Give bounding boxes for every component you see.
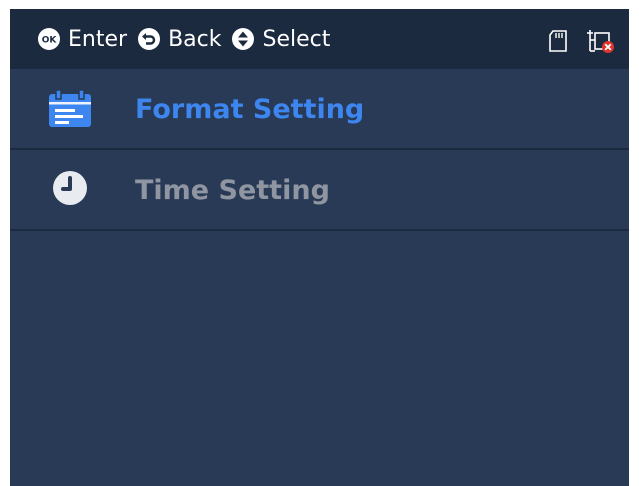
menu-item-format-setting[interactable]: Format Setting — [10, 69, 629, 150]
hint-enter-label: Enter — [68, 26, 128, 52]
menu-item-time-setting[interactable]: Time Setting — [10, 150, 629, 231]
svg-text:OK: OK — [42, 36, 58, 46]
menu-item-label: Time Setting — [135, 175, 330, 206]
hint-select-label: Select — [262, 26, 331, 52]
top-hint-bar: OK Enter Back Select — [10, 9, 629, 69]
menu-item-label: Format Setting — [135, 94, 365, 125]
hint-select: Select — [231, 27, 340, 52]
calendar-icon — [46, 89, 94, 129]
network-disconnected-icon — [585, 27, 615, 60]
hint-back: Back — [137, 27, 231, 52]
sd-card-icon — [547, 29, 569, 58]
hint-enter: OK Enter — [37, 27, 137, 52]
hint-back-label: Back — [168, 26, 222, 52]
up-down-select-icon — [231, 27, 255, 51]
clock-icon — [46, 170, 94, 210]
back-button-icon — [137, 27, 161, 51]
status-icons — [547, 27, 615, 60]
screen: OK Enter Back Select Format Setting Time… — [10, 9, 629, 486]
ok-button-icon: OK — [37, 27, 61, 51]
